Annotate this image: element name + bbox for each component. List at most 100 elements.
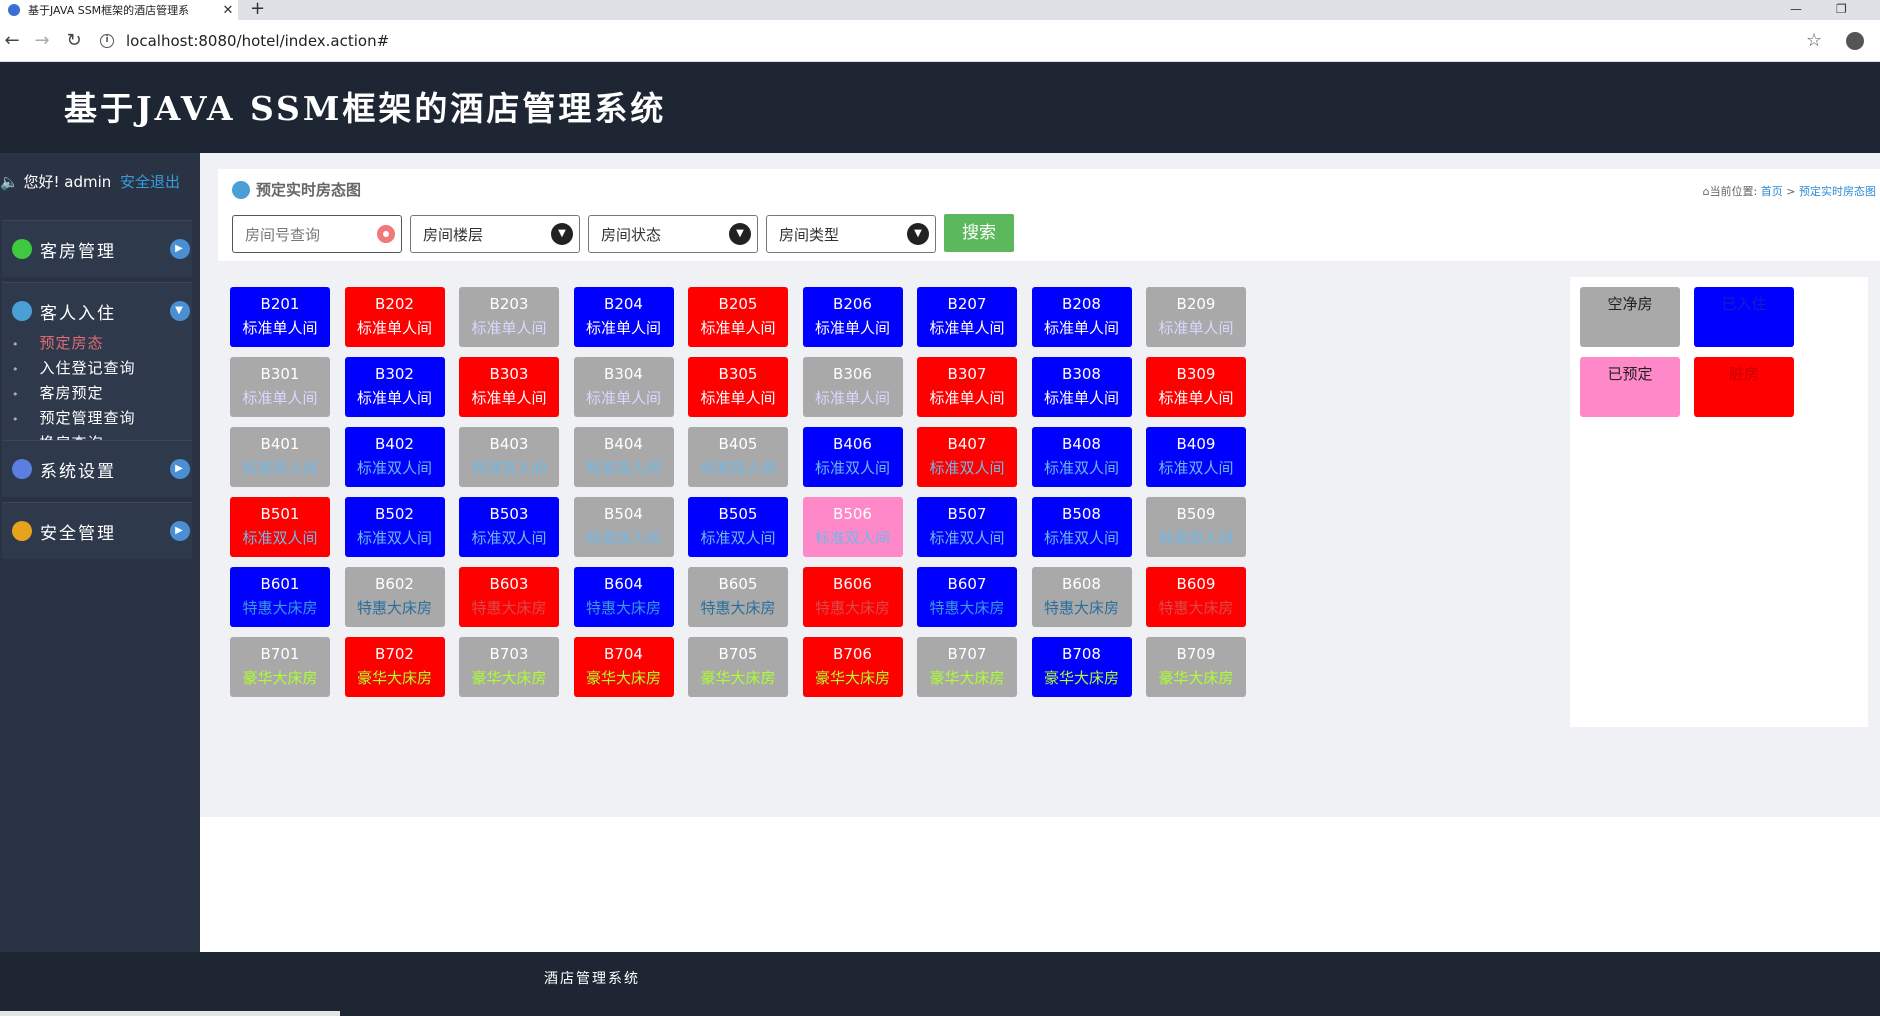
close-tab-icon[interactable]: ✕	[218, 3, 238, 18]
room-card[interactable]: B209 标准单人间	[1146, 287, 1246, 347]
room-card[interactable]: B607 特惠大床房	[917, 567, 1017, 627]
room-number: B409	[1176, 435, 1216, 453]
room-card[interactable]: B601 特惠大床房	[230, 567, 330, 627]
room-card[interactable]: B507 标准双人间	[917, 497, 1017, 557]
info-icon[interactable]: i	[100, 34, 114, 48]
room-card[interactable]: B609 特惠大床房	[1146, 567, 1246, 627]
submenu-item-reservation-query[interactable]: 预定管理查询	[12, 406, 192, 431]
room-card[interactable]: B205 标准单人间	[688, 287, 788, 347]
room-card[interactable]: B404 标准双人间	[573, 427, 674, 487]
menu-head-security[interactable]: 安全管理 ▶	[2, 503, 192, 559]
chevron-down-icon[interactable]: ▼	[170, 301, 190, 321]
room-card[interactable]: B208 标准单人间	[1031, 287, 1132, 347]
logout-link[interactable]: 安全退出	[120, 173, 180, 191]
breadcrumb-prefix: 当前位置:	[1709, 185, 1758, 198]
room-card[interactable]: B503 标准双人间	[459, 497, 559, 557]
room-card[interactable]: B207 标准单人间	[917, 287, 1017, 347]
room-card[interactable]: B305 标准单人间	[688, 357, 788, 417]
room-card[interactable]: B705 豪华大床房	[688, 637, 788, 697]
chevron-down-icon[interactable]: ▼	[729, 223, 751, 245]
room-card[interactable]: B504 标准双人间	[573, 497, 674, 557]
profile-icon[interactable]	[1846, 32, 1864, 50]
room-card[interactable]: B408 标准双人间	[1031, 427, 1132, 487]
room-card[interactable]: B704 豪华大床房	[573, 637, 674, 697]
reload-icon[interactable]: ↻	[62, 29, 86, 53]
room-card[interactable]: B307 标准单人间	[917, 357, 1017, 417]
room-card[interactable]: B206 标准单人间	[802, 287, 903, 347]
room-card[interactable]: B306 标准单人间	[802, 357, 903, 417]
room-number: B405	[718, 435, 758, 453]
room-card[interactable]: B706 豪华大床房	[802, 637, 903, 697]
room-card[interactable]: B608 特惠大床房	[1031, 567, 1132, 627]
new-tab-button[interactable]: +	[250, 0, 265, 20]
room-type: 标准双人间	[814, 529, 890, 547]
room-number: B705	[718, 645, 758, 663]
menu-head-system-settings[interactable]: 系统设置 ▶	[2, 441, 192, 497]
chevron-right-icon[interactable]: ▶	[170, 239, 190, 259]
room-card[interactable]: B508 标准双人间	[1031, 497, 1132, 557]
room-card[interactable]: B602 特惠大床房	[344, 567, 445, 627]
room-card[interactable]: B709 豪华大床房	[1146, 637, 1246, 697]
chevron-down-icon[interactable]: ▼	[551, 223, 573, 245]
room-card[interactable]: B604 特惠大床房	[573, 567, 674, 627]
status-select[interactable]: 房间状态 ▼	[588, 215, 758, 253]
browser-tab[interactable]: 基于JAVA SSM框架的酒店管理系 ✕	[0, 0, 238, 20]
room-card[interactable]: B605 特惠大床房	[688, 567, 788, 627]
menu-head-room-management[interactable]: 客房管理 ▶	[2, 221, 192, 277]
room-card[interactable]: B506 标准双人间	[802, 497, 903, 557]
room-card[interactable]: B304 标准单人间	[573, 357, 674, 417]
room-card[interactable]: B308 标准单人间	[1031, 357, 1132, 417]
room-card[interactable]: B403 标准双人间	[459, 427, 559, 487]
clear-input-icon[interactable]	[377, 225, 395, 243]
room-card[interactable]: B505 标准双人间	[688, 497, 788, 557]
room-card[interactable]: B407 标准双人间	[917, 427, 1017, 487]
room-card[interactable]: B201 标准单人间	[230, 287, 330, 347]
room-card[interactable]: B509 标准双人间	[1146, 497, 1246, 557]
chevron-right-icon[interactable]: ▶	[170, 459, 190, 479]
room-card[interactable]: B702 豪华大床房	[344, 637, 445, 697]
room-card[interactable]: B204 标准单人间	[573, 287, 674, 347]
room-card[interactable]: B707 豪华大床房	[917, 637, 1017, 697]
minimize-icon[interactable]: —	[1790, 0, 1802, 20]
horizontal-scrollbar[interactable]	[0, 1011, 340, 1016]
room-card[interactable]: B406 标准双人间	[802, 427, 903, 487]
menu-label: 安全管理	[40, 523, 116, 544]
room-card[interactable]: B203 标准单人间	[459, 287, 559, 347]
room-card[interactable]: B402 标准双人间	[344, 427, 445, 487]
breadcrumb-current-link[interactable]: 预定实时房态图	[1799, 185, 1876, 198]
room-card[interactable]: B303 标准单人间	[459, 357, 559, 417]
room-card[interactable]: B309 标准单人间	[1146, 357, 1246, 417]
bookmark-star-icon[interactable]: ☆	[1806, 30, 1822, 51]
room-card[interactable]: B708 豪华大床房	[1031, 637, 1132, 697]
room-card[interactable]: B502 标准双人间	[344, 497, 445, 557]
breadcrumb-home-link[interactable]: 首页	[1761, 185, 1783, 198]
room-number: B408	[1062, 435, 1101, 453]
room-card[interactable]: B302 标准单人间	[344, 357, 445, 417]
room-card[interactable]: B501 标准双人间	[230, 497, 330, 557]
url-text[interactable]: localhost:8080/hotel/index.action#	[126, 32, 389, 50]
room-card[interactable]: B701 豪华大床房	[230, 637, 330, 697]
submenu-item-reservation-status[interactable]: 预定房态	[12, 331, 192, 356]
chevron-down-icon[interactable]: ▼	[907, 223, 929, 245]
omnibox[interactable]: i localhost:8080/hotel/index.action#	[100, 26, 1800, 56]
restore-icon[interactable]: ❐	[1836, 0, 1847, 20]
room-number-input[interactable]: 房间号查询	[232, 215, 402, 253]
room-card[interactable]: B409 标准双人间	[1146, 427, 1246, 487]
room-card[interactable]: B405 标准双人间	[688, 427, 788, 487]
room-card[interactable]: B301 标准单人间	[230, 357, 330, 417]
search-button[interactable]: 搜索	[944, 214, 1014, 252]
submenu-item-checkin-query[interactable]: 入住登记查询	[12, 356, 192, 381]
room-card[interactable]: B606 特惠大床房	[802, 567, 903, 627]
room-card[interactable]: B603 特惠大床房	[459, 567, 559, 627]
floor-select[interactable]: 房间楼层 ▼	[410, 215, 580, 253]
submenu-item-room-reservation[interactable]: 客房预定	[12, 381, 192, 406]
forward-icon[interactable]: →	[30, 29, 54, 53]
back-icon[interactable]: ←	[0, 29, 24, 53]
room-card[interactable]: B401 标准双人间	[230, 427, 330, 487]
type-select[interactable]: 房间类型 ▼	[766, 215, 936, 253]
chevron-right-icon[interactable]: ▶	[170, 521, 190, 541]
room-number: B709	[1176, 645, 1216, 663]
room-type: 特惠大床房	[929, 599, 1005, 617]
room-card[interactable]: B703 豪华大床房	[459, 637, 559, 697]
room-card[interactable]: B202 标准单人间	[344, 287, 445, 347]
